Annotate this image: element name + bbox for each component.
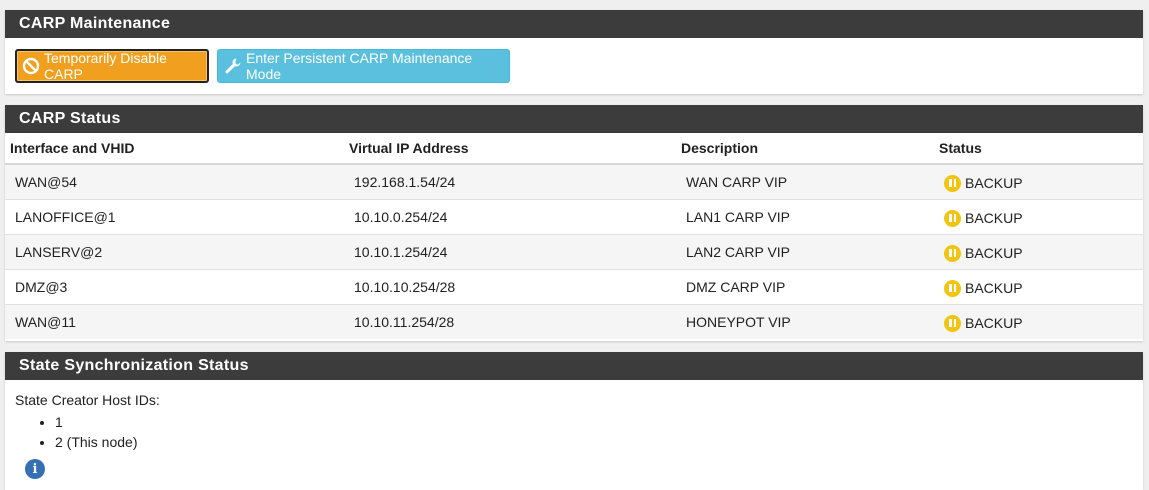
ban-icon [22, 57, 40, 75]
vip-cell: 192.168.1.54/24 [344, 163, 676, 199]
state-sync-panel: State Synchronization Status State Creat… [5, 352, 1143, 490]
description-cell: WAN CARP VIP [676, 163, 934, 199]
status-cell: BACKUP [934, 233, 1143, 269]
pause-circle-icon [944, 209, 961, 227]
carp-status-title: CARP Status [5, 105, 1143, 133]
table-header-row: Interface and VHID Virtual IP Address De… [5, 133, 1143, 165]
state-sync-body: State Creator Host IDs: 1 2 (This node) [5, 380, 1143, 452]
interface-cell: LANOFFICE@1 [5, 198, 344, 234]
vip-cell: 10.10.1.254/24 [344, 233, 676, 269]
persistent-maintenance-label: Enter Persistent CARP Maintenance Mode [246, 50, 473, 82]
carp-status-table: Interface and VHID Virtual IP Address De… [5, 133, 1143, 339]
status-cell: BACKUP [934, 198, 1143, 234]
list-item: 2 (This node) [55, 432, 1133, 452]
status-label: BACKUP [965, 280, 1023, 296]
persistent-maintenance-button[interactable]: Enter Persistent CARP Maintenance Mode [217, 49, 510, 83]
pause-circle-icon [944, 314, 961, 332]
wrench-icon [225, 58, 241, 74]
interface-cell: WAN@11 [5, 303, 344, 339]
description-cell: LAN1 CARP VIP [676, 198, 934, 234]
list-item: 1 [55, 412, 1133, 432]
vip-cell: 10.10.11.254/28 [344, 303, 676, 339]
status-cell: BACKUP [934, 268, 1143, 304]
table-row: WAN@54 192.168.1.54/24 WAN CARP VIP BACK… [5, 163, 1143, 199]
description-cell: LAN2 CARP VIP [676, 233, 934, 269]
table-row: LANSERV@2 10.10.1.254/24 LAN2 CARP VIP B… [5, 233, 1143, 269]
header-virtual-ip: Virtual IP Address [344, 133, 676, 165]
info-circle-icon[interactable]: i [25, 459, 45, 479]
table-row: DMZ@3 10.10.10.254/28 DMZ CARP VIP BACKU… [5, 268, 1143, 304]
carp-maintenance-panel: CARP Maintenance Temporarily Disable CAR… [5, 10, 1143, 94]
pause-circle-icon [944, 174, 961, 192]
status-label: BACKUP [965, 315, 1023, 332]
carp-maintenance-title: CARP Maintenance [5, 10, 1143, 38]
status-label: BACKUP [965, 175, 1023, 192]
header-description: Description [676, 133, 934, 165]
host-id-list: 1 2 (This node) [15, 412, 1133, 452]
header-status: Status [934, 133, 1143, 165]
table-row: WAN@11 10.10.11.254/28 HONEYPOT VIP BACK… [5, 303, 1143, 339]
status-label: BACKUP [965, 210, 1023, 226]
description-cell: HONEYPOT VIP [676, 303, 934, 339]
state-sync-title: State Synchronization Status [5, 352, 1143, 380]
carp-status-panel: CARP Status Interface and VHID Virtual I… [5, 105, 1143, 341]
interface-cell: WAN@54 [5, 163, 344, 199]
header-interface: Interface and VHID [5, 133, 344, 165]
table-row: LANOFFICE@1 10.10.0.254/24 LAN1 CARP VIP… [5, 198, 1143, 234]
vip-cell: 10.10.10.254/28 [344, 268, 676, 304]
status-cell: BACKUP [934, 303, 1143, 339]
host-ids-label: State Creator Host IDs: [15, 392, 160, 408]
pause-circle-icon [944, 244, 961, 262]
description-cell: DMZ CARP VIP [676, 268, 934, 304]
maintenance-button-row: Temporarily Disable CARP Enter Persisten… [15, 49, 510, 83]
temporarily-disable-carp-label: Temporarily Disable CARP [44, 50, 167, 82]
status-label: BACKUP [965, 245, 1023, 261]
pause-circle-icon [944, 279, 961, 297]
status-cell: BACKUP [934, 163, 1143, 199]
temporarily-disable-carp-button[interactable]: Temporarily Disable CARP [15, 49, 209, 83]
interface-cell: LANSERV@2 [5, 233, 344, 269]
vip-cell: 10.10.0.254/24 [344, 198, 676, 234]
interface-cell: DMZ@3 [5, 268, 344, 304]
